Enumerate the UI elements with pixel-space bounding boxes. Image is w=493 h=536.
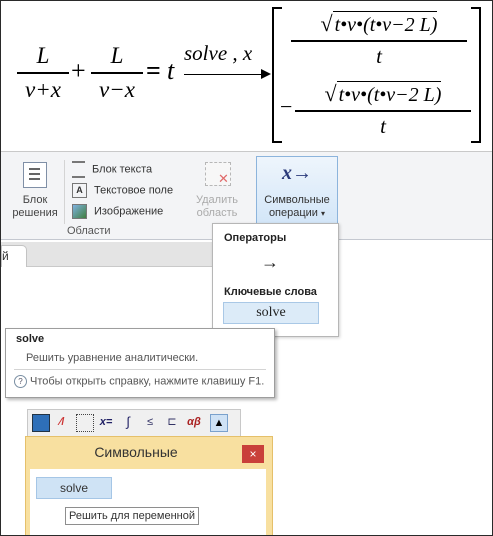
symbolic-arrow-head bbox=[261, 69, 271, 79]
fraction-bar bbox=[295, 110, 471, 112]
solve-keyword-button[interactable]: solve bbox=[223, 302, 319, 324]
solve-block-icon bbox=[23, 162, 47, 188]
minus-sign: − bbox=[280, 94, 293, 119]
result-2-denominator: t bbox=[380, 114, 386, 138]
result-1-numerator: √ t•v•(t•v−2 L) bbox=[320, 11, 438, 36]
delete-region-icon: ✕ bbox=[205, 162, 231, 186]
variable-t: t bbox=[167, 56, 175, 85]
symbolic-operations-button[interactable]: x→ Символьные операции ▾ bbox=[256, 156, 338, 224]
text-field-item[interactable]: A Текстовое поле bbox=[72, 183, 173, 198]
graduation-cap-icon[interactable]: ▲ bbox=[210, 414, 228, 432]
lhs-fraction-1-denominator: v+x bbox=[25, 77, 61, 102]
text-field-icon: A bbox=[72, 183, 87, 198]
greek-icon[interactable]: αβ bbox=[186, 414, 202, 430]
chevron-down-icon: ▾ bbox=[321, 209, 326, 218]
lhs-fraction-2-numerator: L bbox=[110, 43, 124, 68]
close-icon[interactable]: × bbox=[242, 445, 264, 463]
sqrt-icon: √ bbox=[324, 81, 337, 106]
fraction-bar bbox=[17, 72, 69, 74]
operators-heading: Операторы bbox=[224, 232, 287, 244]
left-bracket bbox=[272, 7, 282, 143]
palette-body: solve Решить для переменной bbox=[30, 469, 266, 535]
x-equals-icon[interactable]: x= bbox=[98, 414, 114, 430]
lhs-fraction-1: L v+x bbox=[17, 43, 69, 103]
integral-icon[interactable]: ∫ bbox=[120, 414, 136, 430]
tooltip-title: solve bbox=[16, 333, 45, 345]
symbolic-x-arrow-icon: x→ bbox=[282, 162, 312, 184]
lhs-fraction-2: L v−x bbox=[91, 43, 143, 103]
ribbon-separator bbox=[64, 160, 65, 224]
equals-sign: = bbox=[146, 56, 161, 85]
sqrt-icon: √ bbox=[320, 11, 333, 36]
math-palette-toolbar: ⁄/ x= ∫ ≤ ⊏ αβ ▲ bbox=[27, 409, 241, 437]
solve-tooltip: solve Решить уравнение аналитически. ? Чт… bbox=[5, 328, 275, 398]
image-item[interactable]: Изображение bbox=[72, 204, 163, 219]
result-fraction-1: √ t•v•(t•v−2 L) t bbox=[291, 11, 467, 68]
program-icon[interactable]: ⊏ bbox=[164, 414, 180, 430]
lhs-fraction-1-numerator: L bbox=[36, 43, 50, 68]
symbolic-arrow-operator[interactable]: → bbox=[261, 252, 279, 273]
palette-title: Символьные bbox=[94, 444, 178, 460]
result-fraction-2: √ t•v•(t•v−2 L) t bbox=[295, 81, 471, 138]
lhs-fraction-2-denominator: v−x bbox=[99, 77, 135, 102]
calculator-icon[interactable] bbox=[32, 414, 50, 432]
fraction-bar bbox=[291, 40, 467, 42]
result-2-numerator: √ t•v•(t•v−2 L) bbox=[324, 81, 442, 106]
boolean-icon[interactable]: ≤ bbox=[142, 414, 158, 430]
tooltip-description: Решить уравнение аналитически. bbox=[26, 352, 199, 364]
fraction-bar bbox=[91, 72, 143, 74]
solve-block-button[interactable]: Блок решения bbox=[7, 194, 63, 220]
delete-region-button[interactable]: Удалить область bbox=[188, 194, 246, 220]
symbolic-operations-dropdown: Операторы → Ключевые слова solve bbox=[212, 223, 339, 337]
document-tab[interactable]: й bbox=[1, 245, 27, 267]
ribbon-group-label: Области bbox=[67, 225, 111, 237]
help-icon: ? bbox=[14, 375, 27, 388]
text-block-item[interactable]: Блок текста bbox=[72, 161, 152, 178]
solve-for-variable-tooltip: Решить для переменной bbox=[65, 507, 200, 525]
symbolic-keyword-label: solve , x bbox=[184, 41, 253, 65]
plus-sign: + bbox=[71, 56, 86, 85]
text-lines-icon bbox=[72, 161, 85, 178]
matrix-icon[interactable] bbox=[76, 414, 94, 432]
right-bracket bbox=[471, 7, 481, 143]
document-tab-strip: й bbox=[1, 242, 216, 267]
screenshot-frame: L v+x + L v−x = t solve , x √ t•v•(t•v−2 … bbox=[0, 0, 493, 536]
symbolic-palette-window: Символьные × solve Решить для переменной bbox=[25, 436, 273, 535]
chart-icon[interactable]: ⁄/ bbox=[54, 414, 70, 430]
symbolic-arrow-line bbox=[184, 74, 264, 75]
palette-solve-button[interactable]: solve bbox=[36, 477, 112, 499]
keywords-heading: Ключевые слова bbox=[224, 286, 317, 298]
tooltip-help: ? Чтобы открыть справку, нажмите клавишу … bbox=[14, 375, 264, 388]
result-1-denominator: t bbox=[376, 44, 382, 68]
math-region: L v+x + L v−x = t solve , x √ t•v•(t•v−2 … bbox=[1, 1, 492, 149]
image-icon bbox=[72, 204, 87, 219]
tooltip-divider bbox=[14, 369, 266, 370]
